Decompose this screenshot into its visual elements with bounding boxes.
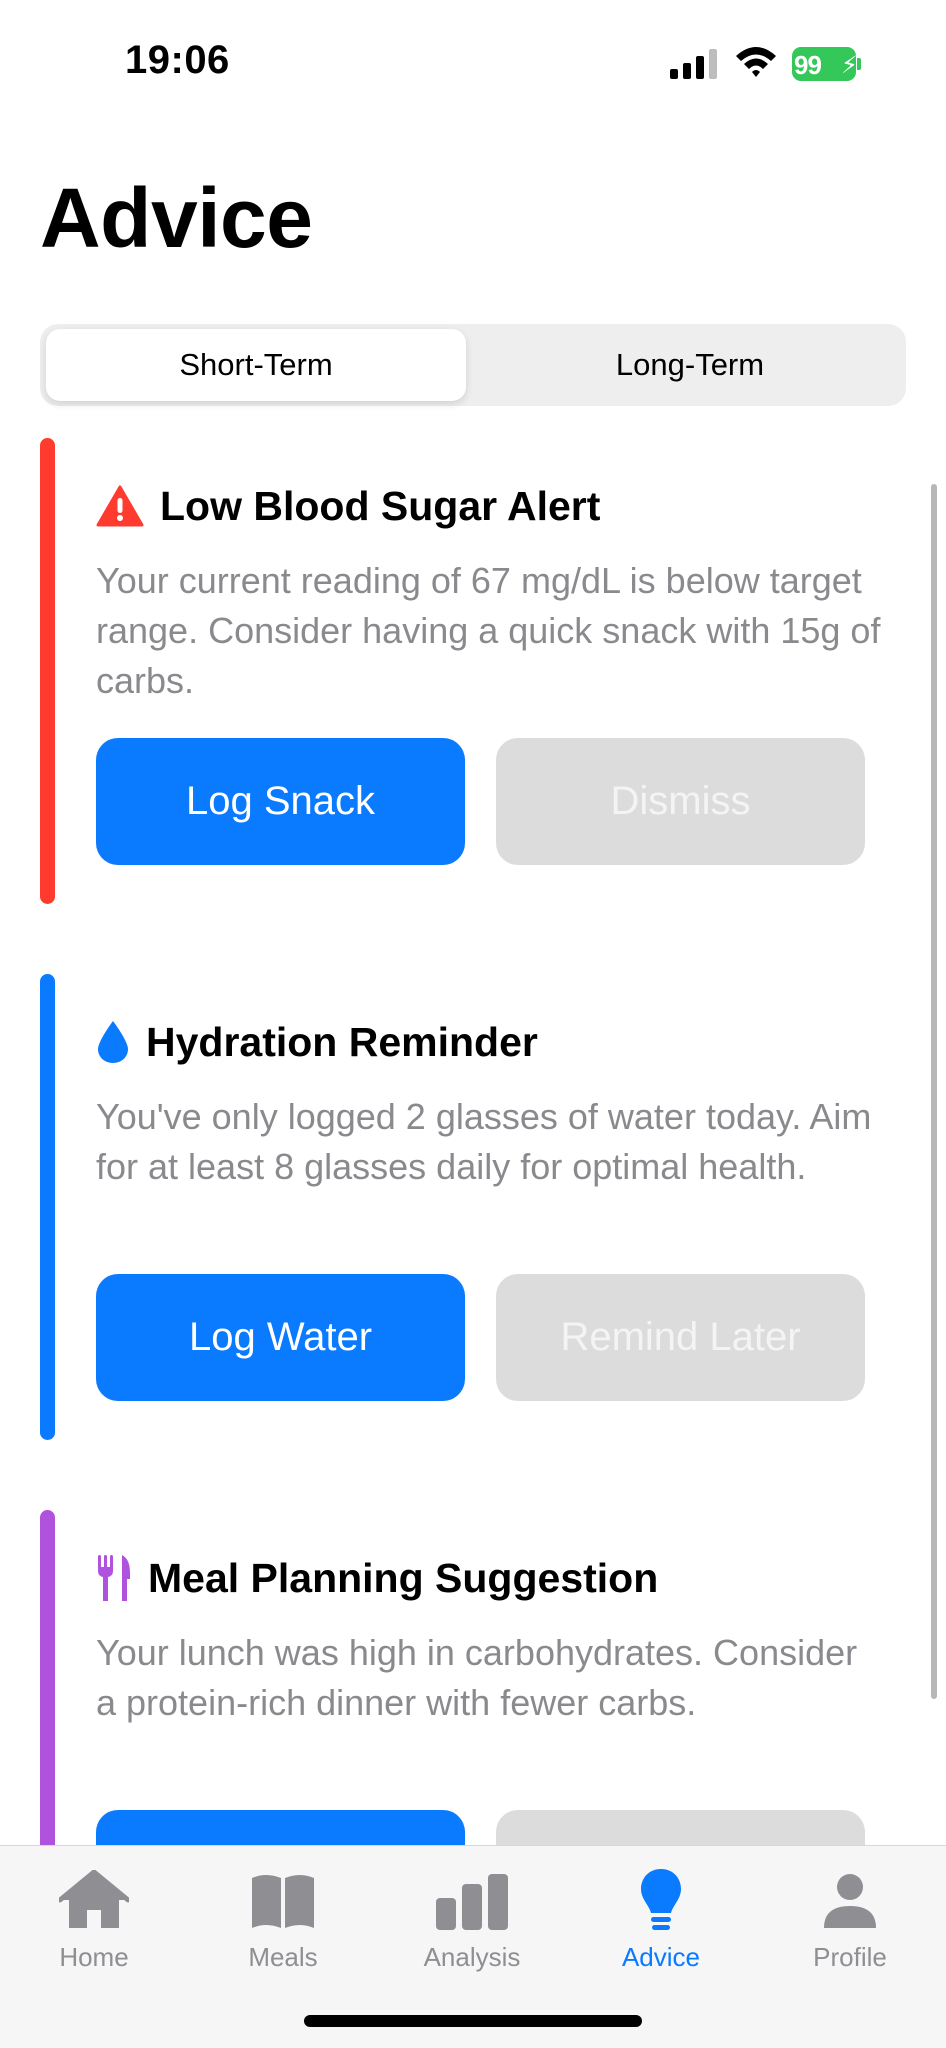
tab-label: Analysis: [423, 1942, 521, 1972]
home-indicator[interactable]: [304, 2015, 642, 2027]
card-title: Meal Planning Suggestion: [148, 1554, 659, 1601]
wifi-icon: [736, 47, 776, 77]
segment-short-term[interactable]: Short-Term: [46, 329, 466, 401]
tab-meals[interactable]: Meals: [208, 1866, 358, 1986]
book-icon: [243, 1866, 323, 1936]
tab-advice[interactable]: Advice: [586, 1866, 736, 1986]
page-title: Advice: [40, 171, 313, 265]
dismiss-button[interactable]: Dismiss: [496, 738, 865, 865]
tab-analysis[interactable]: Analysis: [397, 1866, 547, 1986]
log-water-button[interactable]: Log Water: [96, 1274, 465, 1401]
advice-card-hydration: Hydration Reminder You've only logged 2 …: [40, 974, 906, 1440]
bar-chart-icon: [432, 1866, 512, 1936]
segment-long-term[interactable]: Long-Term: [480, 329, 900, 401]
log-snack-button[interactable]: Log Snack: [96, 738, 465, 865]
tab-label: Home: [59, 1942, 129, 1972]
tab-home[interactable]: Home: [19, 1866, 169, 1986]
card-description: Your lunch was high in carbohydrates. Co…: [96, 1632, 858, 1723]
tab-label: Profile: [813, 1942, 887, 1972]
fork-knife-icon: [96, 1553, 132, 1603]
remind-later-button[interactable]: Remind Later: [496, 1274, 865, 1401]
card-title: Hydration Reminder: [146, 1018, 538, 1065]
lightbulb-icon: [621, 1866, 701, 1936]
warning-triangle-icon: [96, 485, 144, 527]
tab-label: Meals: [248, 1942, 318, 1972]
scroll-indicator[interactable]: [931, 484, 937, 1699]
house-icon: [54, 1866, 134, 1936]
card-accent-bar: [40, 438, 55, 904]
tab-label: Advice: [621, 1942, 701, 1972]
charging-bolt-icon: ⚡: [841, 52, 858, 79]
card-title: Low Blood Sugar Alert: [160, 482, 601, 529]
tab-profile[interactable]: Profile: [775, 1866, 925, 1986]
card-description: You've only logged 2 glasses of water to…: [96, 1096, 872, 1187]
term-segmented-control: Short-Term Long-Term: [40, 324, 906, 406]
card-description: Your current reading of 67 mg/dL is belo…: [96, 560, 881, 701]
advice-screen: 19:06 99 ⚡ Advice Short-Term Long-Term L…: [0, 0, 946, 2048]
water-drop-icon: [96, 1019, 130, 1065]
battery-level: 99: [794, 50, 822, 80]
card-accent-bar: [40, 974, 55, 1440]
cellular-signal-icon: [670, 49, 717, 79]
person-icon: [810, 1866, 890, 1936]
status-time: 19:06: [125, 38, 230, 82]
status-bar: 19:06 99 ⚡: [0, 0, 946, 120]
battery-icon: 99 ⚡: [792, 47, 861, 81]
advice-card-low-blood-sugar: Low Blood Sugar Alert Your current readi…: [40, 438, 906, 904]
